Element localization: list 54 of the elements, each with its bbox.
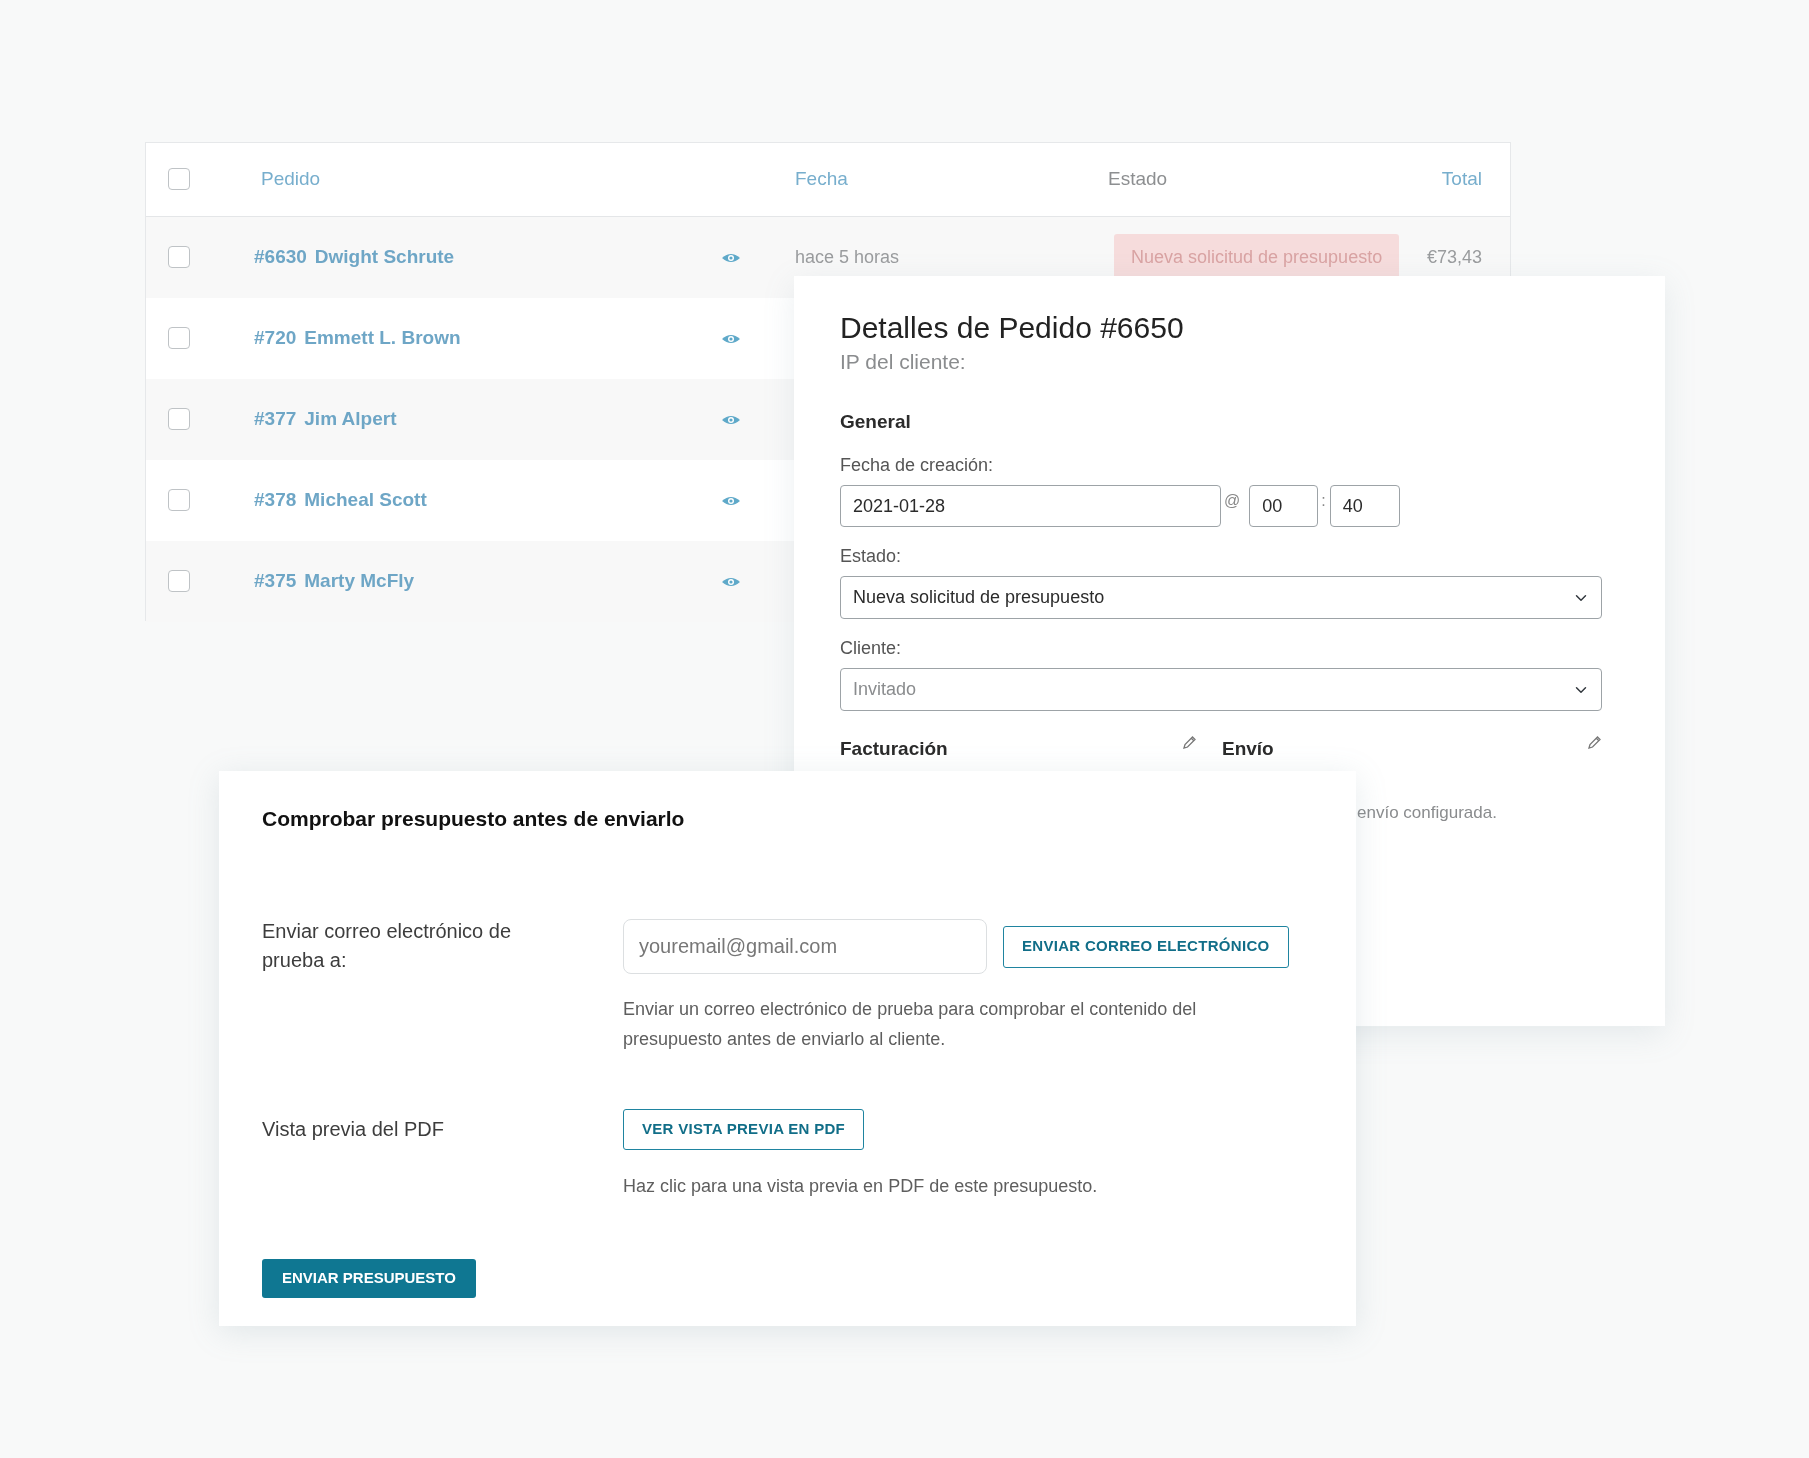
- eye-icon[interactable]: [721, 413, 741, 426]
- at-sign: @: [1224, 491, 1241, 511]
- total-text: €73,43: [1425, 246, 1482, 269]
- column-header: Estado: [1108, 167, 1169, 192]
- hour-field[interactable]: 00: [1249, 485, 1319, 527]
- panel-title: Comprobar presupuesto antes de enviarlo: [262, 806, 686, 832]
- email-field[interactable]: youremail@gmail.com: [623, 919, 987, 975]
- order-number-link[interactable]: #377: [254, 405, 297, 434]
- shipping-note: envío configurada.: [1357, 801, 1498, 824]
- date-text: hace 5 horas: [795, 246, 901, 269]
- order-number-link[interactable]: #720: [254, 324, 297, 353]
- help-text: Haz clic para una vista previa en PDF de este presupuesto.: [623, 1175, 1099, 1199]
- customer-link[interactable]: Dwight Schrute: [314, 243, 455, 272]
- field-label: Estado:: [840, 545, 903, 568]
- order-number-link[interactable]: #6630: [254, 243, 307, 272]
- customer-select[interactable]: Invitado: [840, 668, 1602, 711]
- shipping-heading: Envío: [1222, 737, 1274, 761]
- eye-icon[interactable]: [721, 575, 741, 588]
- column-header[interactable]: Pedido: [261, 165, 711, 194]
- time-separator: :: [1321, 491, 1326, 511]
- customer-link[interactable]: Emmett L. Brown: [304, 324, 461, 353]
- date-field[interactable]: 2021-01-28: [840, 485, 1221, 527]
- column-header[interactable]: Fecha: [795, 165, 1108, 194]
- eye-icon[interactable]: [721, 494, 741, 507]
- field-label: Enviar correo electrónico de prueba a:: [262, 919, 512, 974]
- field-label: Cliente:: [840, 637, 903, 660]
- eye-icon[interactable]: [721, 251, 741, 264]
- billing-heading: Facturación: [840, 737, 948, 761]
- eye-icon[interactable]: [721, 332, 741, 345]
- send-email-button[interactable]: ENVIAR CORREO ELECTRÓNICO: [1003, 925, 1289, 968]
- pencil-icon[interactable]: [1586, 735, 1602, 751]
- pdf-preview-button[interactable]: VER VISTA PREVIA EN PDF: [623, 1109, 865, 1151]
- order-number-link[interactable]: #375: [254, 567, 297, 596]
- checkbox[interactable]: [168, 407, 190, 430]
- status-select[interactable]: Nueva solicitud de presupuesto: [840, 576, 1602, 619]
- section-heading: General: [840, 409, 912, 434]
- send-quote-button[interactable]: ENVIAR PRESUPUESTO: [262, 1259, 476, 1299]
- checkbox[interactable]: [168, 245, 190, 268]
- panel-title: Detalles de Pedido #6650: [840, 310, 1185, 346]
- column-header[interactable]: Total: [1418, 165, 1482, 194]
- checkbox[interactable]: [168, 569, 190, 592]
- customer-link[interactable]: Marty McFly: [304, 567, 415, 596]
- ip-label: IP del cliente:: [840, 349, 967, 375]
- help-text: Enviar un correo electrónico de prueba para comprobar el contenido del presupuesto antes de enviarlo al cliente.: [623, 998, 1198, 1052]
- checkbox[interactable]: [168, 488, 190, 511]
- field-label: Fecha de creación:: [840, 454, 995, 477]
- order-number-link[interactable]: #378: [254, 486, 297, 515]
- checkbox[interactable]: [168, 167, 190, 190]
- customer-link[interactable]: Micheal Scott: [304, 486, 427, 515]
- field-label: Vista previa del PDF: [262, 1117, 445, 1143]
- checkbox[interactable]: [168, 326, 190, 349]
- customer-link[interactable]: Jim Alpert: [304, 405, 397, 434]
- pencil-icon[interactable]: [1181, 735, 1197, 751]
- minute-field[interactable]: 40: [1329, 485, 1400, 527]
